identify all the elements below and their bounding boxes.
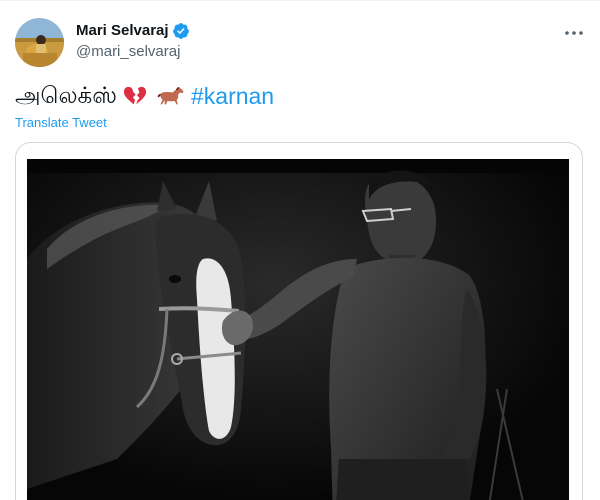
display-name-row: Mari Selvaraj — [76, 21, 190, 41]
media-card[interactable] — [15, 142, 583, 500]
author-names: Mari Selvaraj @mari_selvaraj — [76, 21, 190, 62]
avatar-image — [15, 18, 64, 67]
verified-badge-icon — [172, 23, 189, 39]
tweet-text-word: அலெக்ஸ் — [15, 83, 117, 109]
broken-heart-icon — [123, 86, 147, 105]
display-name[interactable]: Mari Selvaraj — [76, 21, 169, 41]
tweet-text: அலெக்ஸ் #karnan — [15, 81, 274, 111]
tweet[interactable]: Mari Selvaraj @mari_selvaraj அலெக்ஸ் #ka… — [0, 0, 600, 500]
horse-icon — [157, 86, 184, 105]
tweet-header: Mari Selvaraj @mari_selvaraj — [15, 17, 585, 67]
translate-tweet-link[interactable]: Translate Tweet — [15, 115, 107, 131]
more-options-icon[interactable] — [563, 25, 585, 41]
tweet-photo[interactable] — [27, 159, 569, 500]
hashtag-link[interactable]: #karnan — [191, 81, 274, 111]
photo-image — [27, 159, 569, 500]
avatar[interactable] — [15, 18, 64, 67]
author-handle[interactable]: @mari_selvaraj — [76, 42, 190, 62]
